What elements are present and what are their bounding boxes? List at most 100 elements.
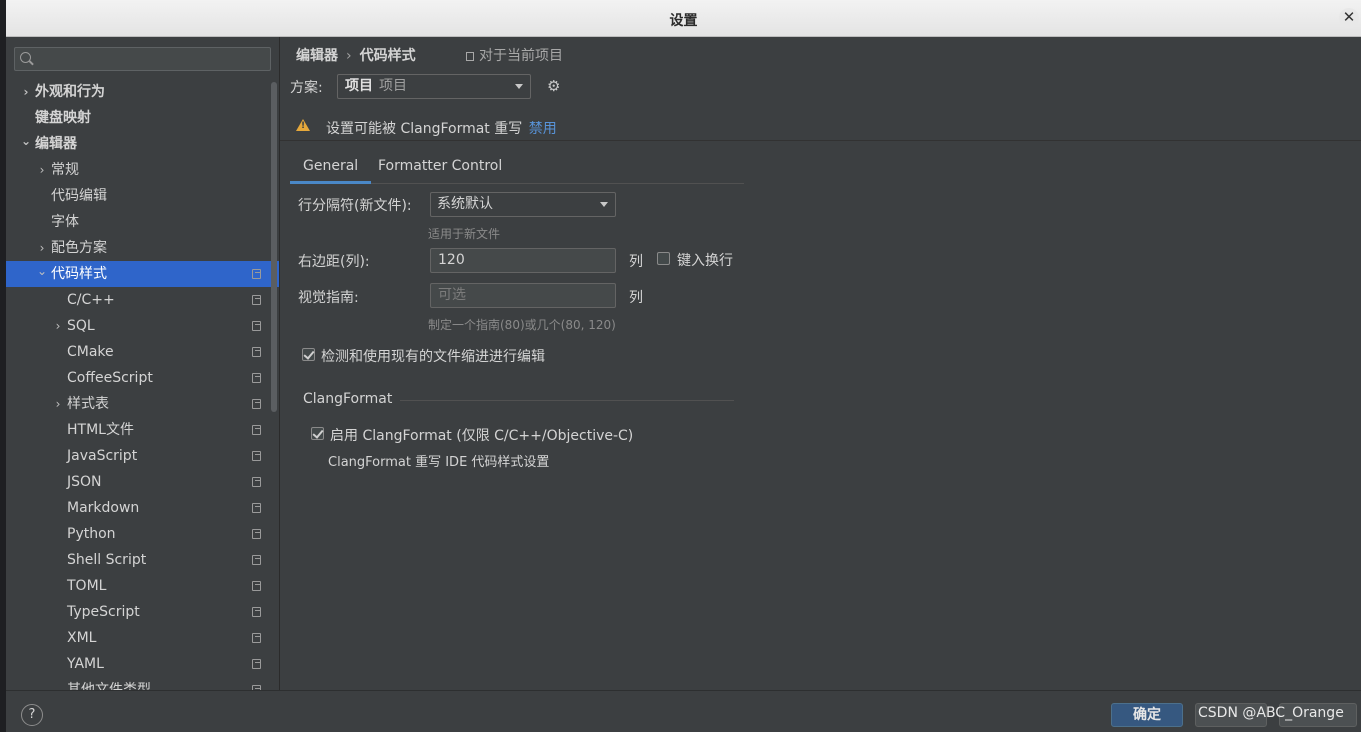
enable-clangformat-checkbox[interactable] — [311, 427, 324, 440]
breadcrumb-code-style: 代码样式 — [359, 48, 416, 64]
code-style-panel: 编辑器 › 代码样式 对于当前项目 方案: 项目项目 ⚙ 设置可能被 ClangFo… — [280, 37, 1361, 690]
line-separator-hint: 适用于新文件 — [428, 227, 501, 241]
scheme-dropdown[interactable]: 项目 项目 — [337, 74, 531, 99]
sidebar-item[interactable]: 其他文件类型 — [6, 677, 279, 690]
project-copy-icon — [252, 529, 261, 539]
chevron-right-icon[interactable]: › — [36, 157, 48, 183]
sidebar-item-label: CMake — [67, 344, 114, 360]
sidebar-item[interactable]: TypeScript — [6, 599, 279, 625]
sidebar-item[interactable]: › 外观和行为 — [6, 79, 279, 105]
right-margin-field[interactable]: 120 — [430, 248, 616, 273]
sidebar-item-label: 代码编辑 — [51, 188, 107, 204]
sidebar-item[interactable]: ⌄ 代码样式 — [6, 261, 279, 287]
right-margin-unit: 列 — [629, 254, 643, 270]
sidebar-item[interactable]: CMake — [6, 339, 279, 365]
project-scope-label: 对于当前项目 — [479, 48, 563, 64]
chevron-right-icon[interactable]: › — [52, 391, 64, 417]
detect-indent-checkbox[interactable] — [302, 348, 315, 361]
settings-tree: › 外观和行为 键盘映射 ⌄ 编辑器 › 常规 代码编辑 字体 › 配色方案 ⌄ 代码样式 C/C++ › S… — [6, 79, 279, 690]
close-icon[interactable]: ✕ — [1339, 8, 1359, 28]
sidebar-item-label: 代码样式 — [51, 266, 107, 282]
visual-guides-hint: 制定一个指南(80)或几个(80, 120) — [428, 318, 616, 332]
breadcrumb-editor[interactable]: 编辑器 — [296, 48, 338, 64]
sidebar-item[interactable]: › 常规 — [6, 157, 279, 183]
project-scope-note: 对于当前项目 — [466, 45, 563, 65]
sidebar-item[interactable]: TOML — [6, 573, 279, 599]
project-copy-icon — [252, 425, 261, 435]
scheme-label: 方案: — [290, 80, 323, 96]
project-copy-icon — [252, 373, 261, 383]
sidebar-item[interactable]: CoffeeScript — [6, 365, 279, 391]
wrap-on-typing-checkbox[interactable] — [657, 252, 670, 265]
sidebar-item-label: Shell Script — [67, 552, 147, 568]
project-copy-icon — [252, 555, 261, 565]
line-separator-label: 行分隔符(新文件): — [298, 198, 412, 214]
sidebar-item-label: 配色方案 — [51, 240, 107, 256]
sidebar-item[interactable]: JavaScript — [6, 443, 279, 469]
project-copy-icon — [252, 477, 261, 487]
detect-indent-label[interactable]: 检测和使用现有的文件缩进进行编辑 — [321, 346, 545, 366]
sidebar-item[interactable]: YAML — [6, 651, 279, 677]
sidebar-item[interactable]: HTML文件 — [6, 417, 279, 443]
watermark-text: CSDN @ABC_Orange — [1198, 705, 1344, 721]
sidebar-item-label: 字体 — [51, 214, 79, 230]
sidebar-item-label: Python — [67, 526, 116, 542]
project-copy-icon — [252, 295, 261, 305]
chevron-down-icon[interactable]: ⌄ — [20, 128, 32, 154]
visual-guides-field[interactable]: 可选 — [430, 283, 616, 308]
sidebar-item-label: HTML文件 — [67, 422, 134, 438]
chevron-down-icon[interactable]: ⌄ — [36, 258, 48, 284]
scheme-value-sub: 项目 — [379, 78, 407, 94]
dialog-footer: ? 确定 CSDN @ABC_Orange — [6, 690, 1361, 732]
tab-bar: General Formatter Control — [290, 154, 744, 184]
sidebar-item[interactable]: › SQL — [6, 313, 279, 339]
sidebar-item[interactable]: Python — [6, 521, 279, 547]
scheme-value: 项目 — [345, 78, 373, 94]
sidebar-item-label: Markdown — [67, 500, 140, 516]
gear-icon[interactable]: ⚙ — [547, 78, 563, 94]
project-copy-icon — [252, 347, 261, 357]
sidebar-item-label: 外观和行为 — [35, 84, 105, 100]
sidebar-item[interactable]: C/C++ — [6, 287, 279, 313]
ok-button[interactable]: 确定 — [1111, 703, 1183, 727]
sidebar-item-label: 常规 — [51, 162, 79, 178]
line-separator-dropdown[interactable]: 系统默认 — [430, 192, 616, 217]
sidebar-item[interactable]: › 样式表 — [6, 391, 279, 417]
clangformat-group-title: ClangFormat — [303, 391, 393, 407]
sidebar-item-label: 样式表 — [67, 396, 109, 412]
breadcrumb-separator: › — [346, 48, 352, 64]
project-copy-icon — [252, 269, 261, 279]
tab-general[interactable]: General — [290, 158, 372, 184]
warning-text: 设置可能被 ClangFormat 重写 — [326, 121, 523, 137]
visual-guides-unit: 列 — [629, 290, 643, 306]
chevron-right-icon[interactable]: › — [20, 79, 32, 105]
sidebar-item[interactable]: Shell Script — [6, 547, 279, 573]
help-button[interactable]: ? — [21, 704, 43, 726]
sidebar-item[interactable]: 代码编辑 — [6, 183, 279, 209]
enable-clangformat-label[interactable]: 启用 ClangFormat (仅限 C/C++/Objective-C) — [330, 425, 633, 445]
sidebar-scrollbar[interactable] — [271, 82, 277, 412]
sidebar-item-label: CoffeeScript — [67, 370, 153, 386]
disable-link[interactable]: 禁用 — [529, 121, 557, 137]
sidebar-item[interactable]: 键盘映射 — [6, 105, 279, 131]
project-copy-icon — [252, 399, 261, 409]
search-icon — [20, 52, 31, 63]
tab-formatter-control[interactable]: Formatter Control — [365, 158, 515, 184]
breadcrumb: 编辑器 › 代码样式 — [296, 45, 416, 65]
sidebar-item[interactable]: 字体 — [6, 209, 279, 235]
sidebar-item[interactable]: JSON — [6, 469, 279, 495]
sidebar-item[interactable]: XML — [6, 625, 279, 651]
warning-icon — [296, 119, 310, 131]
wrap-on-typing-label[interactable]: 键入换行 — [677, 250, 733, 270]
clangformat-note: ClangFormat 重写 IDE 代码样式设置 — [328, 455, 550, 470]
sidebar-item-label: 键盘映射 — [35, 110, 91, 126]
project-copy-icon — [252, 659, 261, 669]
chevron-right-icon[interactable]: › — [52, 313, 64, 339]
sidebar-item-label: 其他文件类型 — [67, 682, 151, 690]
sidebar-item-label: XML — [67, 630, 97, 646]
sidebar-item[interactable]: Markdown — [6, 495, 279, 521]
search-input[interactable] — [14, 47, 271, 71]
sidebar-item[interactable]: ⌄ 编辑器 — [6, 131, 279, 157]
sidebar-item-label: JSON — [67, 474, 102, 490]
sidebar-item-label: SQL — [67, 318, 95, 334]
